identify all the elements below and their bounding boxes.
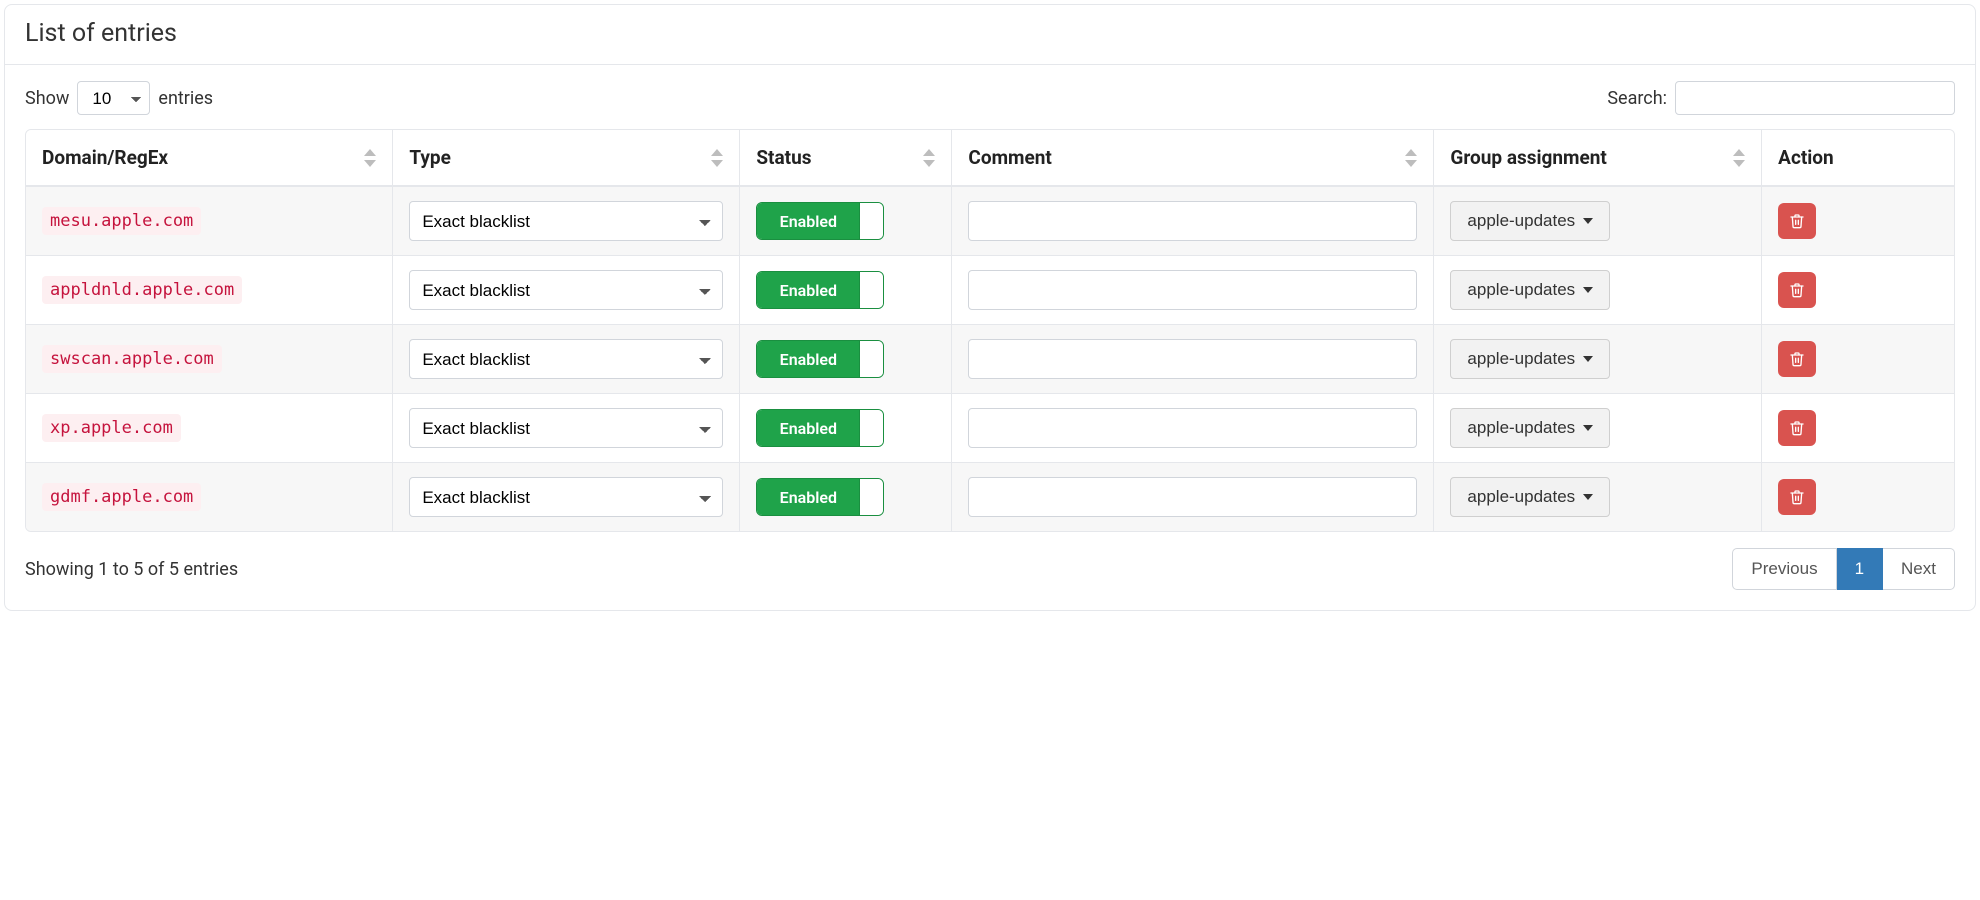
comment-input[interactable] <box>968 270 1417 310</box>
table-footer: Showing 1 to 5 of 5 entries Previous 1 N… <box>25 548 1955 590</box>
delete-button[interactable] <box>1778 203 1816 239</box>
trash-icon <box>1789 281 1805 299</box>
table-row: gdmf.apple.com Exact blacklist Enabled appl… <box>26 462 1954 531</box>
group-label: apple-updates <box>1467 280 1575 300</box>
domain-value: xp.apple.com <box>42 414 181 442</box>
type-select[interactable]: Exact blacklist <box>409 477 723 517</box>
trash-icon <box>1789 419 1805 437</box>
status-label: Enabled <box>757 341 859 377</box>
comment-input[interactable] <box>968 339 1417 379</box>
type-select[interactable]: Exact blacklist <box>409 339 723 379</box>
status-toggle[interactable]: Enabled <box>756 409 884 447</box>
group-label: apple-updates <box>1467 349 1575 369</box>
group-assignment-dropdown[interactable]: apple-updates <box>1450 408 1610 448</box>
search-label: Search: <box>1607 88 1667 109</box>
status-toggle[interactable]: Enabled <box>756 271 884 309</box>
caret-down-icon <box>1583 494 1593 500</box>
delete-button[interactable] <box>1778 341 1816 377</box>
search-control: Search: <box>1607 81 1955 115</box>
toggle-knob <box>859 410 883 446</box>
domain-value: gdmf.apple.com <box>42 483 201 511</box>
delete-button[interactable] <box>1778 479 1816 515</box>
trash-icon <box>1789 488 1805 506</box>
caret-down-icon <box>1583 425 1593 431</box>
toggle-knob <box>859 341 883 377</box>
trash-icon <box>1789 212 1805 230</box>
status-label: Enabled <box>757 410 859 446</box>
panel-title: List of entries <box>5 5 1975 65</box>
col-type[interactable]: Type <box>392 130 739 186</box>
status-toggle[interactable]: Enabled <box>756 340 884 378</box>
col-status[interactable]: Status <box>739 130 951 186</box>
table-controls: Show 102550100 entries Search: <box>25 81 1955 115</box>
page-next-button[interactable]: Next <box>1883 548 1955 590</box>
entries-panel: List of entries Show 102550100 entries S… <box>4 4 1976 611</box>
panel-body: Show 102550100 entries Search: Domain/Re… <box>5 65 1975 610</box>
type-select[interactable]: Exact blacklist <box>409 270 723 310</box>
sort-icon <box>923 149 939 167</box>
toggle-knob <box>859 272 883 308</box>
type-select[interactable]: Exact blacklist <box>409 201 723 241</box>
domain-value: appldnld.apple.com <box>42 276 242 304</box>
status-toggle[interactable]: Enabled <box>756 478 884 516</box>
status-label: Enabled <box>757 203 859 239</box>
group-assignment-dropdown[interactable]: apple-updates <box>1450 201 1610 241</box>
table-row: appldnld.apple.com Exact blacklist Enabled… <box>26 255 1954 324</box>
comment-input[interactable] <box>968 477 1417 517</box>
table-row: xp.apple.com Exact blacklist Enabled apple-… <box>26 393 1954 462</box>
table-row: mesu.apple.com Exact blacklist Enabled appl… <box>26 186 1954 255</box>
col-action: Action <box>1761 130 1954 186</box>
caret-down-icon <box>1583 287 1593 293</box>
search-input[interactable] <box>1675 81 1955 115</box>
entries-per-page-select[interactable]: 102550100 <box>77 81 150 115</box>
group-assignment-dropdown[interactable]: apple-updates <box>1450 339 1610 379</box>
type-select[interactable]: Exact blacklist <box>409 408 723 448</box>
entries-table: Domain/RegEx Type Status Comment Group a… <box>25 129 1955 532</box>
length-suffix: entries <box>158 88 213 109</box>
sort-icon <box>364 149 380 167</box>
status-label: Enabled <box>757 479 859 515</box>
status-toggle[interactable]: Enabled <box>756 202 884 240</box>
col-comment[interactable]: Comment <box>951 130 1433 186</box>
group-assignment-dropdown[interactable]: apple-updates <box>1450 477 1610 517</box>
col-group[interactable]: Group assignment <box>1433 130 1761 186</box>
table-row: swscan.apple.com Exact blacklist Enabled ap… <box>26 324 1954 393</box>
pagination: Previous 1 Next <box>1732 548 1955 590</box>
group-assignment-dropdown[interactable]: apple-updates <box>1450 270 1610 310</box>
sort-icon <box>1405 149 1421 167</box>
caret-down-icon <box>1583 356 1593 362</box>
group-label: apple-updates <box>1467 418 1575 438</box>
page-number-button[interactable]: 1 <box>1837 548 1883 590</box>
col-domain[interactable]: Domain/RegEx <box>26 130 392 186</box>
comment-input[interactable] <box>968 408 1417 448</box>
sort-icon <box>711 149 727 167</box>
length-prefix: Show <box>25 88 69 109</box>
toggle-knob <box>859 479 883 515</box>
domain-value: mesu.apple.com <box>42 207 201 235</box>
comment-input[interactable] <box>968 201 1417 241</box>
status-label: Enabled <box>757 272 859 308</box>
trash-icon <box>1789 350 1805 368</box>
caret-down-icon <box>1583 218 1593 224</box>
group-label: apple-updates <box>1467 211 1575 231</box>
sort-icon <box>1733 149 1749 167</box>
toggle-knob <box>859 203 883 239</box>
delete-button[interactable] <box>1778 410 1816 446</box>
delete-button[interactable] <box>1778 272 1816 308</box>
group-label: apple-updates <box>1467 487 1575 507</box>
domain-value: swscan.apple.com <box>42 345 222 373</box>
table-info: Showing 1 to 5 of 5 entries <box>25 559 238 580</box>
length-menu: Show 102550100 entries <box>25 81 213 115</box>
page-previous-button[interactable]: Previous <box>1732 548 1836 590</box>
